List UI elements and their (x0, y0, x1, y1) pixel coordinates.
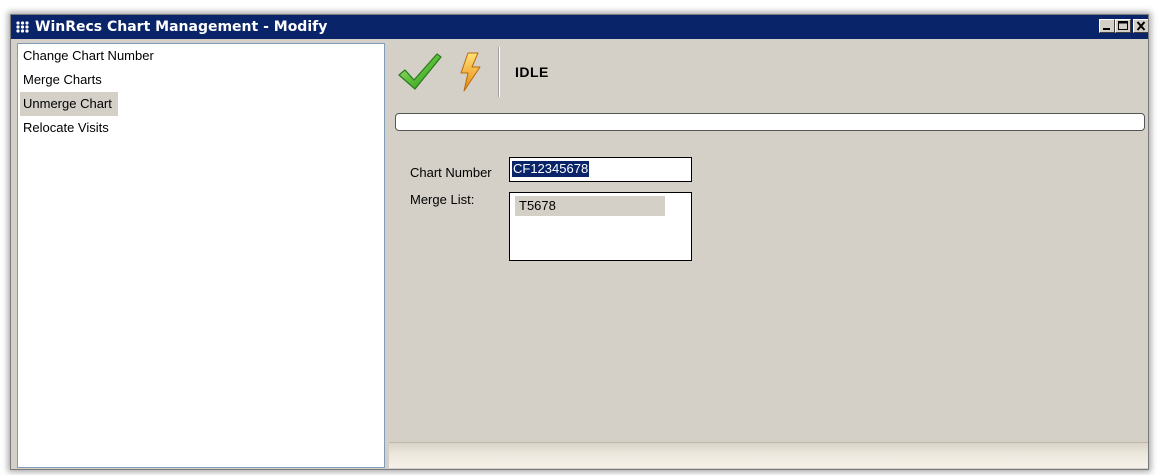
status-label: IDLE (515, 64, 549, 80)
toolbar-separator (498, 47, 500, 97)
minimize-button[interactable] (1099, 19, 1115, 33)
minimize-icon (1103, 28, 1110, 30)
title-bar[interactable]: WinRecs Chart Management - Modify (11, 15, 1148, 39)
status-bar (389, 442, 1148, 468)
toolbar: IDLE (389, 43, 1148, 103)
nav-item-relocate-visits[interactable]: Relocate Visits (20, 116, 115, 140)
merge-list-label: Merge List: (410, 192, 475, 207)
application-window: WinRecs Chart Management - Modify Change… (10, 14, 1149, 470)
merge-list[interactable]: T5678 (509, 192, 692, 261)
nav-item-merge-charts[interactable]: Merge Charts (20, 68, 108, 92)
merge-list-item[interactable]: T5678 (515, 196, 665, 216)
nav-item-label: Relocate Visits (23, 120, 109, 135)
maximize-icon (1118, 21, 1128, 30)
checkmark-icon[interactable] (397, 51, 443, 98)
chart-number-input[interactable]: CF12345678 (509, 157, 692, 182)
nav-item-change-chart-number[interactable]: Change Chart Number (20, 44, 160, 68)
nav-item-unmerge-chart[interactable]: Unmerge Chart (20, 92, 118, 116)
chart-number-value: CF12345678 (512, 161, 590, 177)
action-list[interactable]: Change Chart Number Merge Charts Unmerge… (17, 43, 385, 468)
lightning-bolt-icon[interactable] (456, 51, 484, 98)
app-icon (14, 19, 31, 35)
nav-item-label: Merge Charts (23, 72, 102, 87)
maximize-button[interactable] (1115, 19, 1131, 33)
chart-number-label: Chart Number (410, 165, 492, 180)
window-title: WinRecs Chart Management - Modify (35, 19, 328, 35)
nav-item-label: Change Chart Number (23, 48, 154, 63)
progress-bar (395, 113, 1145, 131)
nav-item-label: Unmerge Chart (23, 96, 112, 111)
close-icon (1136, 21, 1146, 31)
close-button[interactable] (1133, 19, 1148, 33)
